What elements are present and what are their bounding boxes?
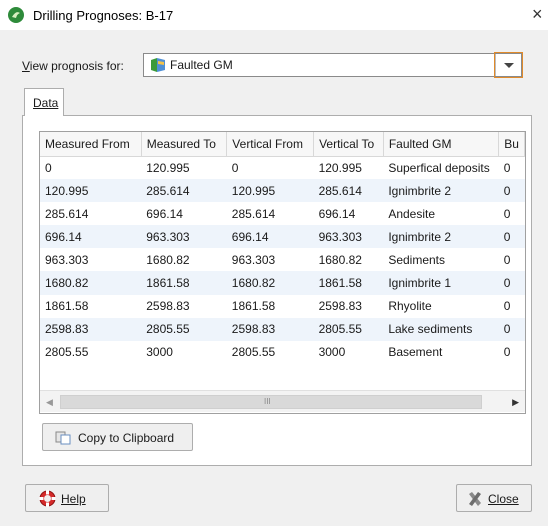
table-cell: 1680.82 (146, 252, 190, 267)
table-cell: 3000 (318, 345, 346, 360)
table-cell: 0 (503, 299, 511, 314)
table-cell: 1680.82 (318, 252, 362, 267)
title-bar: Drilling Prognoses: B-17 × (0, 0, 548, 30)
table-cell: 963.303 (45, 252, 89, 267)
table-cell: Ignimbrite 2 (383, 225, 499, 249)
table-cell: 0 (498, 179, 525, 203)
table-cell: 285.614 (141, 179, 227, 203)
table-cell: Rhyolite (388, 299, 432, 314)
table-cell: Sediments (388, 252, 446, 267)
table-cell: 0 (503, 345, 511, 360)
app-logo-icon (8, 7, 24, 23)
table-cell: 2598.83 (318, 299, 362, 314)
geological-model-icon (151, 58, 165, 72)
table-cell: 0 (231, 160, 239, 175)
table-row[interactable]: 2598.83 2805.55 2598.83 2805.55 Lake sedimen… (40, 317, 525, 341)
dropdown-button[interactable] (495, 54, 521, 76)
table-row[interactable]: 963.303 1680.82 963.303 1680.82 Sediments 0 (40, 248, 525, 271)
table-cell: 1861.58 (141, 271, 227, 295)
table-row[interactable]: 2805.55 3000 2805.55 3000 Basement 0 (40, 341, 525, 364)
table-cell: 120.995 (226, 179, 314, 203)
col-bu[interactable]: Bu (498, 132, 525, 157)
col-faulted-gm[interactable]: Faulted GM (383, 132, 500, 157)
copy-to-clipboard-button[interactable]: Copy to Clipboard (42, 423, 193, 451)
table-cell: 696.14 (146, 206, 183, 221)
tab-data[interactable]: Data (24, 88, 64, 116)
table-cell: 0 (498, 225, 525, 249)
window-title: Drilling Prognoses: B-17 (33, 8, 174, 23)
col-vertical-from[interactable]: Vertical From (226, 132, 315, 157)
help-button[interactable]: Help (25, 484, 109, 512)
col-measured-to[interactable]: Measured To (141, 132, 228, 157)
chevron-down-icon (504, 63, 514, 68)
col-vertical-to[interactable]: Vertical To (313, 132, 384, 157)
scroll-right-icon[interactable]: ▶ (512, 397, 519, 408)
table-cell: Ignimbrite 2 (383, 179, 499, 203)
grip-icon: III (264, 397, 271, 406)
table-cell: 1680.82 (40, 271, 142, 295)
close-window-icon[interactable]: × (532, 4, 543, 25)
view-prognosis-label: View prognosis for: (22, 59, 124, 73)
table-cell: 696.14 (318, 206, 356, 221)
table-cell: 0 (503, 160, 511, 175)
lifebuoy-icon (39, 490, 56, 507)
table-cell: 0 (498, 271, 525, 295)
table-cell: 2805.55 (231, 345, 276, 360)
table-cell: Superfical deposits (388, 160, 490, 175)
table-cell: 963.303 (313, 225, 384, 249)
table-cell: 2805.55 (141, 317, 227, 341)
table-cell: Lake sediments (383, 317, 499, 341)
table-cell: 696.14 (40, 225, 142, 249)
table-cell: 2805.55 (313, 317, 384, 341)
table-cell: 285.614 (45, 206, 89, 221)
table-cell: 3000 (146, 345, 173, 360)
clipboard-icon (55, 431, 71, 445)
table-cell: 1861.58 (231, 299, 276, 314)
table-row[interactable]: 0 120.995 0 120.995 Superfical deposits 0 (40, 156, 525, 179)
col-measured-from[interactable]: Measured From (40, 132, 142, 157)
close-icon (469, 492, 481, 506)
table-row[interactable]: 696.14 963.303 696.14 963.303 Ignimbrite 20 (40, 225, 525, 249)
horizontal-scrollbar[interactable]: ◀ III ▶ (40, 390, 525, 412)
table-cell: 963.303 (141, 225, 227, 249)
prognosis-table: Measured From Measured To Vertical From … (39, 131, 526, 414)
table-cell: 285.614 (313, 179, 384, 203)
table-cell: 120.995 (318, 160, 362, 175)
scroll-left-icon[interactable]: ◀ (46, 397, 53, 408)
table-cell: 1861.58 (45, 299, 89, 314)
table-cell: 0 (498, 317, 525, 341)
table-row[interactable]: 285.614 696.14 285.614 696.14 Andesite 0 (40, 202, 525, 225)
table-cell: 2598.83 (40, 317, 142, 341)
table-cell: 120.995 (146, 160, 190, 175)
table-row[interactable]: 1861.58 2598.83 1861.58 2598.83 Rhyolite 0 (40, 295, 525, 318)
table-cell: Ignimbrite 1 (383, 271, 499, 295)
table-cell: 2598.83 (146, 299, 190, 314)
table-cell: 963.303 (231, 252, 276, 267)
table-cell: 2598.83 (226, 317, 314, 341)
table-cell: 0 (503, 206, 511, 221)
table-cell: 0 (45, 160, 52, 175)
table-cell: 120.995 (40, 179, 142, 203)
table-row[interactable]: 1680.82 1861.58 1680.82 1861.58 Ignimbrite 1… (40, 271, 525, 295)
table-cell: 1680.82 (226, 271, 314, 295)
table-cell: Basement (388, 345, 443, 360)
scrollbar-thumb[interactable]: III (60, 395, 482, 409)
view-prognosis-select[interactable]: Faulted GM (143, 53, 522, 77)
table-cell: Andesite (388, 206, 436, 221)
table-cell: 0 (503, 252, 511, 267)
selected-model: Faulted GM (170, 58, 233, 72)
table-cell: 2805.55 (45, 345, 89, 360)
table-cell: 696.14 (226, 225, 314, 249)
close-button[interactable]: Close (456, 484, 532, 512)
table-row[interactable]: 120.995 285.614 120.995 285.614 Ignimbrite 2… (40, 179, 525, 203)
table-header-row: Measured From Measured To Vertical From … (40, 132, 525, 157)
table-cell: 1861.58 (313, 271, 384, 295)
table-cell: 285.614 (231, 206, 276, 221)
drilling-prognoses-dialog: Drilling Prognoses: B-17 × View prognosi… (0, 0, 548, 526)
